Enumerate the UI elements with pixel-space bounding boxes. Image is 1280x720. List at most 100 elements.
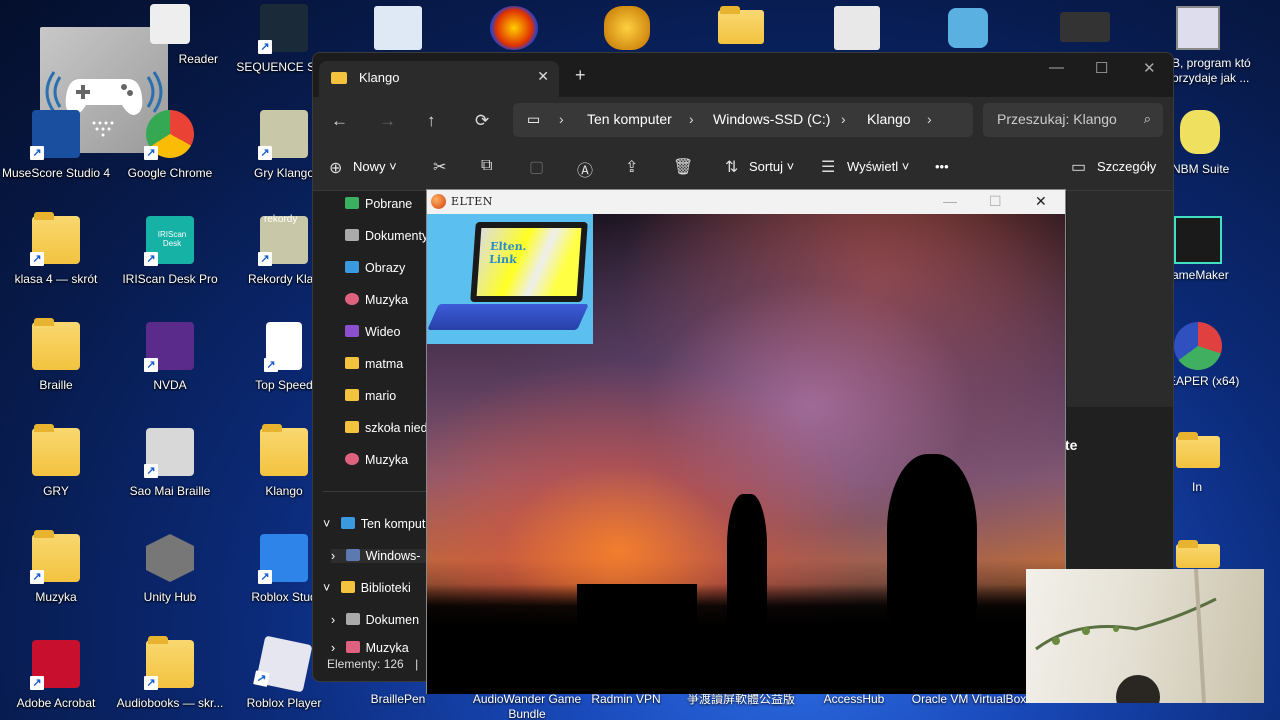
desktop-icon-nvda[interactable]: ↗ NVDA bbox=[116, 322, 224, 393]
rename-icon[interactable]: Ⓐ bbox=[577, 157, 593, 181]
desktop-label-virtualbox[interactable]: Oracle VM VirtualBox bbox=[910, 692, 1028, 707]
bunny-icon[interactable] bbox=[948, 8, 988, 48]
desktop-icon-chrome[interactable]: ↗ Google Chrome bbox=[116, 110, 224, 181]
share-icon[interactable]: ⇪ bbox=[625, 157, 638, 177]
desktop-label-reaper[interactable]: EAPER (x64) bbox=[1168, 374, 1239, 388]
document-icon bbox=[345, 613, 360, 625]
nav-item-wideo[interactable]: Wideo bbox=[345, 325, 400, 339]
search-input[interactable]: Przeszukaj: Klango ⌕ bbox=[983, 103, 1163, 137]
roblox-studio-icon: ↗ bbox=[258, 534, 308, 584]
delete-icon[interactable]: 🗑 bbox=[673, 157, 693, 177]
nav-item-szkola[interactable]: szkoła niedz bbox=[345, 421, 434, 435]
nav-item-matma[interactable]: matma bbox=[345, 357, 403, 371]
desktop-icon-unityhub[interactable]: Unity Hub bbox=[116, 534, 224, 605]
details-partial-text: te bbox=[1065, 437, 1078, 453]
folder-icon bbox=[32, 424, 80, 476]
audacity-icon[interactable] bbox=[490, 6, 538, 50]
forward-button[interactable]: → bbox=[379, 111, 396, 131]
desktop-icon-reader[interactable]: Reader bbox=[128, 4, 218, 67]
document-icon: ↗ bbox=[264, 322, 302, 372]
desktop-icon-klasa4[interactable]: ↗ klasa 4 — skrót bbox=[2, 212, 110, 287]
klango-icon: rekordy ↗ bbox=[258, 214, 308, 266]
nav-tree-windows-ssd[interactable]: › Windows- bbox=[331, 549, 429, 563]
nav-item-pobrane[interactable]: Pobrane bbox=[345, 197, 412, 211]
nav-label: matma bbox=[365, 357, 404, 371]
sort-button[interactable]: Sortuj ˅ bbox=[749, 159, 794, 174]
laptop-icon: Elten. Link bbox=[470, 222, 588, 302]
folder-icon[interactable] bbox=[718, 6, 764, 44]
nav-item-obrazy[interactable]: Obrazy bbox=[345, 261, 405, 275]
desktop-icon-muzyka[interactable]: ↗ Muzyka bbox=[2, 530, 110, 605]
pistol-icon[interactable] bbox=[1060, 12, 1110, 42]
new-tab-button[interactable]: + bbox=[575, 65, 586, 86]
sun-icon[interactable] bbox=[604, 6, 650, 50]
desktop-icon-iriscan[interactable]: IRIScan Desk ↗ IRIScan Desk Pro bbox=[116, 216, 224, 287]
reaper-icon[interactable] bbox=[1174, 322, 1222, 370]
nav-label: Biblioteki bbox=[360, 581, 411, 595]
printer-icon[interactable] bbox=[834, 6, 880, 50]
desktop-label-in[interactable]: In bbox=[1192, 480, 1202, 494]
desktop-label-program[interactable]: B, program któ przydaje jak ... bbox=[1172, 56, 1280, 86]
address-bar-row: ← → ↑ ⟳ ▭ › Ten komputer › Windows-SSD (… bbox=[313, 97, 1173, 147]
breadcrumb-item[interactable]: Windows-SSD (C:) bbox=[713, 111, 830, 127]
desktop-icon-gry[interactable]: GRY bbox=[2, 424, 110, 499]
desktop-label-accesshub[interactable]: AccessHub bbox=[812, 692, 896, 707]
desktop-label-nbm[interactable]: NBM Suite bbox=[1172, 162, 1229, 176]
folder-icon[interactable] bbox=[1176, 540, 1220, 568]
close-button[interactable]: ✕ bbox=[1035, 193, 1047, 210]
music-notes-icon[interactable] bbox=[374, 6, 422, 50]
desktop-label-braillepen[interactable]: BraillePen bbox=[356, 692, 440, 707]
close-button[interactable]: ✕ bbox=[1143, 59, 1156, 77]
nav-item-muzyka-2[interactable]: Muzyka bbox=[345, 453, 408, 467]
close-tab-icon[interactable]: ✕ bbox=[537, 68, 549, 85]
tab-klango[interactable]: Klango ✕ bbox=[319, 61, 559, 97]
nav-tree-muzyka[interactable]: › Muzyka bbox=[331, 641, 409, 653]
view-button[interactable]: Wyświetl ˅ bbox=[847, 159, 909, 174]
cut-icon[interactable]: ✂ bbox=[433, 157, 446, 177]
nav-item-mario[interactable]: mario bbox=[345, 389, 396, 403]
copy-icon[interactable]: ⧉ bbox=[481, 157, 492, 175]
musescore-icon: ↗ bbox=[30, 110, 80, 160]
nav-tree-ten-komputer[interactable]: ˅ Ten komput bbox=[323, 517, 425, 531]
view-label: Wyświetl bbox=[847, 159, 899, 174]
elten-titlebar[interactable]: ELTEN — ☐ ✕ bbox=[427, 190, 1065, 214]
elten-logo: Elten. Link bbox=[427, 214, 593, 344]
breadcrumb[interactable]: ▭ › Ten komputer › Windows-SSD (C:) › Kl… bbox=[513, 103, 973, 137]
breadcrumb-item[interactable]: Ten komputer bbox=[587, 111, 672, 127]
search-icon: ⌕ bbox=[1143, 111, 1151, 126]
folder-icon[interactable] bbox=[1176, 432, 1220, 468]
nav-label: Muzyka bbox=[365, 641, 409, 653]
nav-tree-dokumenty[interactable]: › Dokumen bbox=[331, 613, 419, 627]
gamemaker-icon[interactable] bbox=[1174, 216, 1222, 264]
desktop-icon-saomai[interactable]: ↗ Sao Mai Braille bbox=[116, 428, 224, 499]
desktop-icon-audiobooks[interactable]: ↗ Audiobooks — skr... bbox=[116, 636, 224, 711]
nav-tree-biblioteki[interactable]: ˅ Biblioteki bbox=[323, 581, 411, 595]
desktop-label-gamemaker[interactable]: ameMaker bbox=[1172, 268, 1229, 282]
nav-item-muzyka[interactable]: Muzyka bbox=[345, 293, 408, 307]
details-button[interactable]: Szczegóły bbox=[1097, 159, 1156, 174]
minimize-button[interactable]: — bbox=[1049, 59, 1064, 76]
desktop-label-audiowander[interactable]: AudioWander Game Bundle bbox=[470, 692, 584, 720]
more-options-button[interactable]: ••• bbox=[935, 159, 949, 174]
music-icon bbox=[345, 641, 360, 653]
maximize-button[interactable]: ☐ bbox=[1095, 59, 1108, 77]
desktop-label-radmin[interactable]: Radmin VPN bbox=[584, 692, 668, 707]
folder-icon: ↗ bbox=[144, 636, 194, 690]
breadcrumb-item[interactable]: Klango bbox=[867, 111, 911, 127]
minimize-button[interactable]: — bbox=[943, 193, 957, 209]
window-app-icon[interactable] bbox=[1176, 6, 1220, 50]
back-button[interactable]: ← bbox=[331, 111, 348, 131]
nbm-icon[interactable] bbox=[1180, 110, 1220, 154]
desktop-icon-braille[interactable]: Braille bbox=[2, 318, 110, 393]
desktop-icon-acrobat[interactable]: ↗ Adobe Acrobat bbox=[2, 640, 110, 711]
desktop-label-zhengdu[interactable]: 爭渡讀屏軟體公益版 bbox=[686, 692, 796, 707]
elten-window[interactable]: ELTEN — ☐ ✕ Elten. Link bbox=[426, 189, 1066, 694]
nav-item-dokumenty[interactable]: Dokumenty bbox=[345, 229, 428, 243]
maximize-button[interactable]: ☐ bbox=[989, 193, 1002, 210]
document-icon bbox=[345, 229, 359, 241]
desktop-icon-musescore[interactable]: ↗ MuseScore Studio 4 bbox=[2, 110, 110, 181]
new-button[interactable]: Nowy ˅ bbox=[353, 159, 397, 174]
refresh-button[interactable]: ⟳ bbox=[475, 111, 489, 131]
up-button[interactable]: ↑ bbox=[427, 111, 436, 131]
paste-icon[interactable]: ▢ bbox=[529, 157, 544, 177]
